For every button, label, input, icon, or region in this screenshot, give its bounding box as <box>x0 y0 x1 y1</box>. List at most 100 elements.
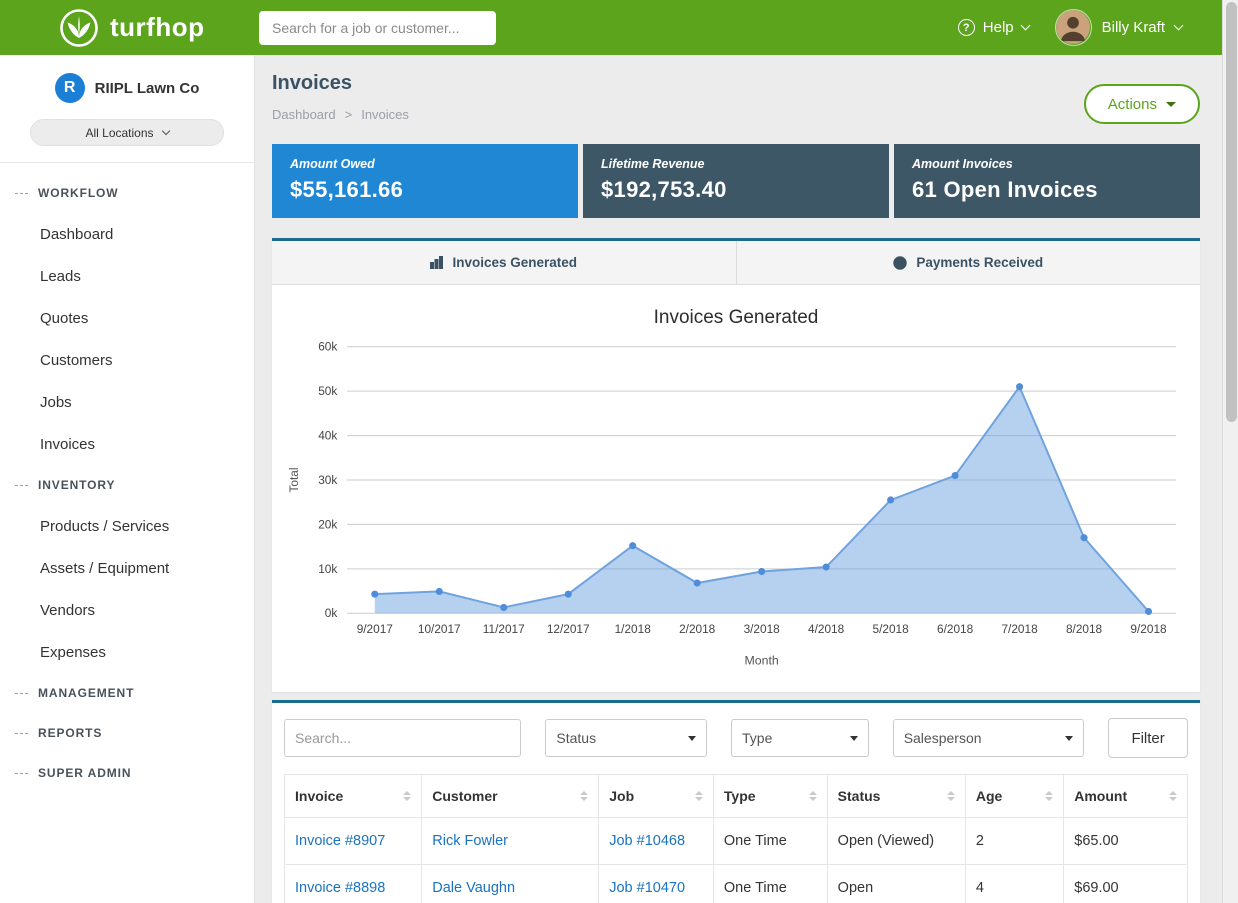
sidebar-item-customers[interactable]: Customers <box>0 339 254 381</box>
company: R RIIPL Lawn Co <box>0 73 254 103</box>
sort-icon[interactable] <box>1169 791 1177 801</box>
user-menu[interactable]: Billy Kraft <box>1055 9 1182 46</box>
svg-text:50k: 50k <box>318 384 337 398</box>
job-link[interactable]: Job #10470 <box>609 880 685 896</box>
topbar-right: ? Help Billy Kraft <box>958 9 1222 46</box>
customer-link[interactable]: Rick Fowler <box>432 833 508 849</box>
filter-bar: Status Type Salesperson Filter <box>284 718 1188 758</box>
sidebar-item-expenses[interactable]: Expenses <box>0 631 254 673</box>
column-header-type[interactable]: Type <box>713 775 827 818</box>
main-content: Invoices Dashboard > Invoices Actions Am… <box>255 55 1222 903</box>
status-cell: Open <box>838 880 873 896</box>
stat-open-invoices: Amount Invoices 61 Open Invoices <box>894 144 1200 218</box>
svg-text:60k: 60k <box>318 340 337 354</box>
section-collapse-icon <box>15 733 28 734</box>
sidebar-item-products-services[interactable]: Products / Services <box>0 505 254 547</box>
sidebar-item-label: Assets / Equipment <box>40 560 169 577</box>
type-cell: One Time <box>724 833 787 849</box>
amount-cell: $65.00 <box>1074 833 1118 849</box>
help-label: Help <box>983 19 1014 36</box>
sidebar: R RIIPL Lawn Co All Locations WORKFLOW D… <box>0 55 255 903</box>
sort-icon[interactable] <box>580 791 588 801</box>
svg-text:30k: 30k <box>318 473 337 487</box>
bar-chart-icon <box>430 256 443 269</box>
column-header-customer[interactable]: Customer <box>422 775 599 818</box>
sidebar-item-vendors[interactable]: Vendors <box>0 589 254 631</box>
breadcrumb-invoices: Invoices <box>361 107 409 122</box>
sidebar-section-workflow[interactable]: WORKFLOW <box>0 173 254 213</box>
svg-text:7/2018: 7/2018 <box>1001 622 1038 636</box>
help-menu[interactable]: ? Help <box>958 19 1029 36</box>
age-cell: 2 <box>976 833 984 849</box>
sort-icon[interactable] <box>947 791 955 801</box>
tab-payments-received[interactable]: Payments Received <box>736 241 1201 284</box>
sidebar-item-assets-equipment[interactable]: Assets / Equipment <box>0 547 254 589</box>
breadcrumb-dashboard[interactable]: Dashboard <box>272 107 336 122</box>
section-collapse-icon <box>15 193 28 194</box>
scrollbar-thumb[interactable] <box>1226 2 1237 422</box>
svg-text:9/2017: 9/2017 <box>357 622 393 636</box>
sidebar-item-invoices[interactable]: Invoices <box>0 423 254 465</box>
table-search-input[interactable] <box>284 719 521 757</box>
column-label: Age <box>976 788 1002 804</box>
select-arrow-icon <box>1065 736 1073 741</box>
sidebar-section-reports[interactable]: REPORTS <box>0 713 254 753</box>
job-link[interactable]: Job #10468 <box>609 833 685 849</box>
vertical-scrollbar[interactable] <box>1222 0 1238 903</box>
status-cell: Open (Viewed) <box>838 833 934 849</box>
sidebar-nav: WORKFLOW Dashboard Leads Quotes Customer… <box>0 163 254 793</box>
sidebar-section-inventory[interactable]: INVENTORY <box>0 465 254 505</box>
sort-icon[interactable] <box>809 791 817 801</box>
locations-selector[interactable]: All Locations <box>30 119 224 146</box>
chevron-down-icon <box>1174 21 1184 31</box>
actions-button[interactable]: Actions <box>1084 84 1200 124</box>
chart-panel: Invoices Generated Payments Received Inv… <box>272 238 1200 692</box>
invoice-link[interactable]: Invoice #8907 <box>295 833 385 849</box>
sort-icon[interactable] <box>1045 791 1053 801</box>
sidebar-item-label: Vendors <box>40 602 95 619</box>
sidebar-item-jobs[interactable]: Jobs <box>0 381 254 423</box>
sidebar-item-label: Invoices <box>40 436 95 453</box>
svg-text:3/2018: 3/2018 <box>744 622 781 636</box>
sidebar-item-dashboard[interactable]: Dashboard <box>0 213 254 255</box>
column-header-status[interactable]: Status <box>827 775 965 818</box>
select-arrow-icon <box>688 736 696 741</box>
svg-text:9/2018: 9/2018 <box>1130 622 1167 636</box>
salesperson-select[interactable]: Salesperson <box>893 719 1085 757</box>
sidebar-item-leads[interactable]: Leads <box>0 255 254 297</box>
column-header-invoice[interactable]: Invoice <box>285 775 422 818</box>
invoice-link[interactable]: Invoice #8898 <box>295 880 385 896</box>
amount-cell: $69.00 <box>1074 880 1118 896</box>
sidebar-section-management[interactable]: MANAGEMENT <box>0 673 254 713</box>
type-select[interactable]: Type <box>731 719 869 757</box>
breadcrumb-separator: > <box>345 107 353 122</box>
sort-icon[interactable] <box>403 791 411 801</box>
invoices-table: Invoice Customer Job Type Status Age Amo… <box>284 774 1188 903</box>
column-header-amount[interactable]: Amount <box>1064 775 1188 818</box>
chart-title: Invoices Generated <box>282 307 1190 329</box>
sort-icon[interactable] <box>695 791 703 801</box>
filter-button[interactable]: Filter <box>1108 718 1188 758</box>
svg-text:10k: 10k <box>318 562 337 576</box>
status-select[interactable]: Status <box>545 719 707 757</box>
actions-label: Actions <box>1108 96 1157 113</box>
sidebar-item-label: Products / Services <box>40 518 169 535</box>
svg-text:20k: 20k <box>318 517 337 531</box>
column-header-age[interactable]: Age <box>965 775 1063 818</box>
topbar: turfhop ? Help Billy Kraft <box>0 0 1222 55</box>
age-cell: 4 <box>976 880 984 896</box>
sidebar-item-label: Expenses <box>40 644 106 661</box>
customer-link[interactable]: Dale Vaughn <box>432 880 515 896</box>
column-header-job[interactable]: Job <box>599 775 714 818</box>
global-search-input[interactable] <box>259 11 496 45</box>
sidebar-item-quotes[interactable]: Quotes <box>0 297 254 339</box>
sidebar-header: R RIIPL Lawn Co All Locations <box>0 55 254 163</box>
sidebar-section-super-admin[interactable]: SUPER ADMIN <box>0 753 254 793</box>
svg-text:2/2018: 2/2018 <box>679 622 716 636</box>
tab-invoices-generated[interactable]: Invoices Generated <box>272 241 736 284</box>
turfhop-logo-icon <box>58 7 100 49</box>
select-value: Salesperson <box>904 730 982 746</box>
chevron-down-icon <box>1020 21 1030 31</box>
stat-value: 61 Open Invoices <box>912 177 1182 203</box>
svg-text:40k: 40k <box>318 429 337 443</box>
